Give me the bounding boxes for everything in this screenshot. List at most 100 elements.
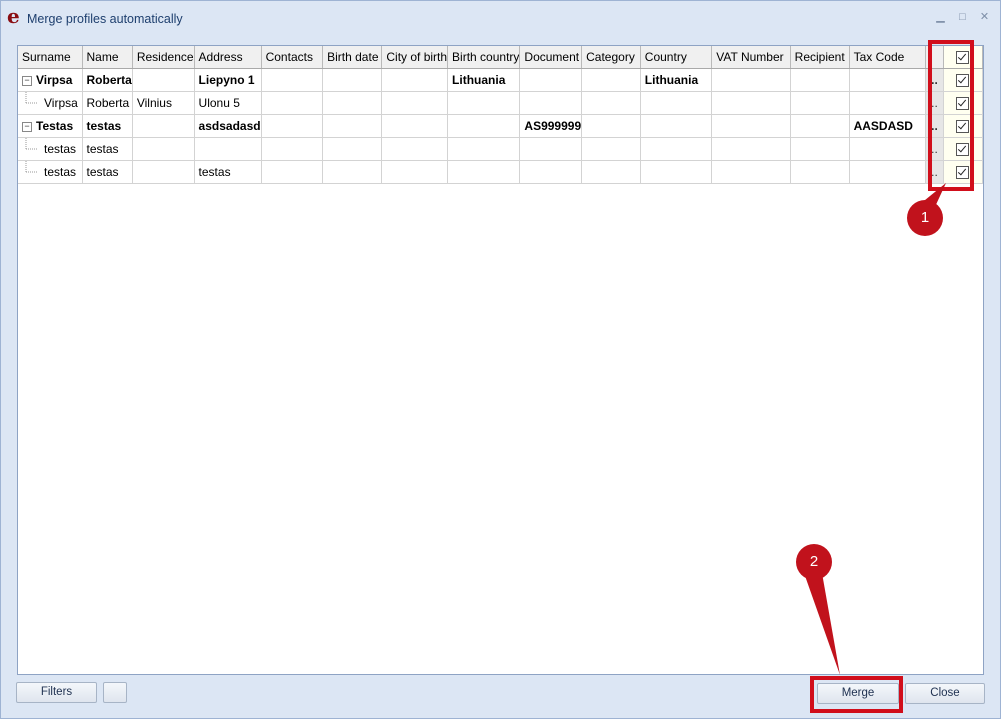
table-cell[interactable] — [519, 68, 583, 92]
table-cell[interactable] — [132, 137, 195, 161]
table-row[interactable]: testas testas.. — [18, 137, 983, 161]
table-cell[interactable] — [581, 91, 641, 115]
table-cell[interactable] — [322, 114, 383, 138]
table-cell[interactable]: Virpsa — [18, 91, 83, 115]
table-cell[interactable] — [640, 160, 713, 184]
table-cell[interactable] — [849, 137, 927, 161]
column-header[interactable]: Residence — [132, 46, 195, 69]
table-cell[interactable] — [132, 114, 195, 138]
table-cell[interactable] — [711, 114, 791, 138]
table-row[interactable]: − Testas testas asdsadasd AS999999 AASDASD.. — [18, 114, 983, 138]
collapse-icon[interactable]: − — [22, 121, 32, 132]
table-cell[interactable] — [519, 91, 583, 115]
merge-button[interactable]: Merge — [817, 683, 899, 704]
table-cell[interactable] — [381, 137, 449, 161]
column-header[interactable]: Recipient — [790, 46, 850, 69]
table-cell[interactable]: testas — [18, 160, 83, 184]
cell-text: testas — [198, 165, 231, 179]
table-cell[interactable] — [381, 160, 449, 184]
table-row[interactable]: testas testas testas.. — [18, 160, 983, 184]
table-cell[interactable] — [447, 160, 521, 184]
table-cell[interactable] — [381, 68, 449, 92]
table-cell[interactable]: Vilnius — [132, 91, 195, 115]
table-row[interactable]: − Virpsa Roberta Liepyno 1 Lithuania Lithuani… — [18, 68, 983, 92]
table-row[interactable]: Virpsa Roberta Vilnius Ulonu 5.. — [18, 91, 983, 115]
table-cell[interactable] — [640, 114, 713, 138]
table-cell[interactable] — [711, 91, 791, 115]
table-cell[interactable]: AASDASD — [849, 114, 927, 138]
table-cell[interactable] — [261, 137, 324, 161]
collapse-icon[interactable]: − — [22, 75, 32, 86]
table-cell[interactable]: testas — [82, 137, 133, 161]
column-header[interactable]: Category — [581, 46, 641, 69]
table-cell[interactable] — [519, 137, 583, 161]
table-cell[interactable]: Roberta — [82, 91, 133, 115]
filters-button[interactable]: Filters — [16, 682, 97, 703]
table-cell[interactable] — [261, 160, 324, 184]
column-header[interactable]: Birth date — [322, 46, 383, 69]
table-cell[interactable]: asdsadasd — [194, 114, 262, 138]
table-cell[interactable] — [322, 91, 383, 115]
table-cell[interactable] — [581, 137, 641, 161]
column-header[interactable]: Contacts — [261, 46, 324, 69]
table-cell[interactable] — [519, 160, 583, 184]
table-cell[interactable] — [640, 137, 713, 161]
column-header[interactable]: City of birth — [381, 46, 449, 69]
table-cell[interactable]: − Virpsa — [18, 68, 83, 92]
table-cell[interactable]: testas — [194, 160, 262, 184]
table-cell[interactable] — [711, 68, 791, 92]
table-cell[interactable] — [261, 91, 324, 115]
close-icon[interactable]: ✕ — [978, 11, 991, 23]
table-cell[interactable] — [581, 160, 641, 184]
table-cell[interactable] — [322, 160, 383, 184]
table-cell[interactable] — [261, 114, 324, 138]
table-cell[interactable] — [711, 160, 791, 184]
column-header[interactable]: Surname — [18, 46, 83, 69]
table-cell[interactable]: Ulonu 5 — [194, 91, 262, 115]
column-header[interactable]: Address — [194, 46, 262, 69]
cell-text: Vilnius — [136, 96, 172, 110]
table-cell[interactable] — [447, 114, 521, 138]
restore-icon[interactable]: □ — [956, 11, 969, 23]
close-button[interactable]: Close — [905, 683, 985, 704]
minimize-icon[interactable]: ▁ — [934, 11, 947, 23]
table-cell[interactable] — [132, 68, 195, 92]
table-cell[interactable]: testas — [82, 114, 133, 138]
table-cell[interactable]: Roberta — [82, 68, 133, 92]
blank-button[interactable] — [103, 682, 127, 703]
table-cell[interactable] — [790, 91, 850, 115]
table-cell[interactable]: testas — [18, 137, 83, 161]
column-header[interactable]: Name — [82, 46, 133, 69]
table-cell[interactable] — [322, 68, 383, 92]
table-cell[interactable] — [849, 91, 927, 115]
table-cell[interactable] — [132, 160, 195, 184]
table-cell[interactable]: AS999999 — [519, 114, 583, 138]
column-header[interactable]: Country — [640, 46, 713, 69]
table-cell[interactable] — [447, 91, 521, 115]
table-cell[interactable] — [261, 68, 324, 92]
table-cell[interactable] — [790, 137, 850, 161]
table-cell[interactable] — [711, 137, 791, 161]
table-cell[interactable] — [790, 68, 850, 92]
table-cell[interactable]: Lithuania — [447, 68, 521, 92]
table-cell[interactable] — [790, 114, 850, 138]
cell-text: testas — [44, 142, 77, 156]
table-cell[interactable]: Lithuania — [640, 68, 713, 92]
table-cell[interactable]: − Testas — [18, 114, 83, 138]
column-header[interactable]: Tax Code — [849, 46, 927, 69]
column-header[interactable]: Document — [519, 46, 583, 69]
table-cell[interactable] — [581, 114, 641, 138]
table-cell[interactable]: Liepyno 1 — [194, 68, 262, 92]
column-header[interactable]: VAT Number — [711, 46, 791, 69]
table-cell[interactable] — [322, 137, 383, 161]
table-cell[interactable] — [849, 68, 927, 92]
table-cell[interactable] — [381, 114, 449, 138]
table-cell[interactable] — [790, 160, 850, 184]
table-cell[interactable] — [381, 91, 449, 115]
table-cell[interactable] — [640, 91, 713, 115]
table-cell[interactable] — [581, 68, 641, 92]
column-header[interactable]: Birth country — [447, 46, 521, 69]
table-cell[interactable] — [447, 137, 521, 161]
table-cell[interactable] — [194, 137, 262, 161]
table-cell[interactable]: testas — [82, 160, 133, 184]
